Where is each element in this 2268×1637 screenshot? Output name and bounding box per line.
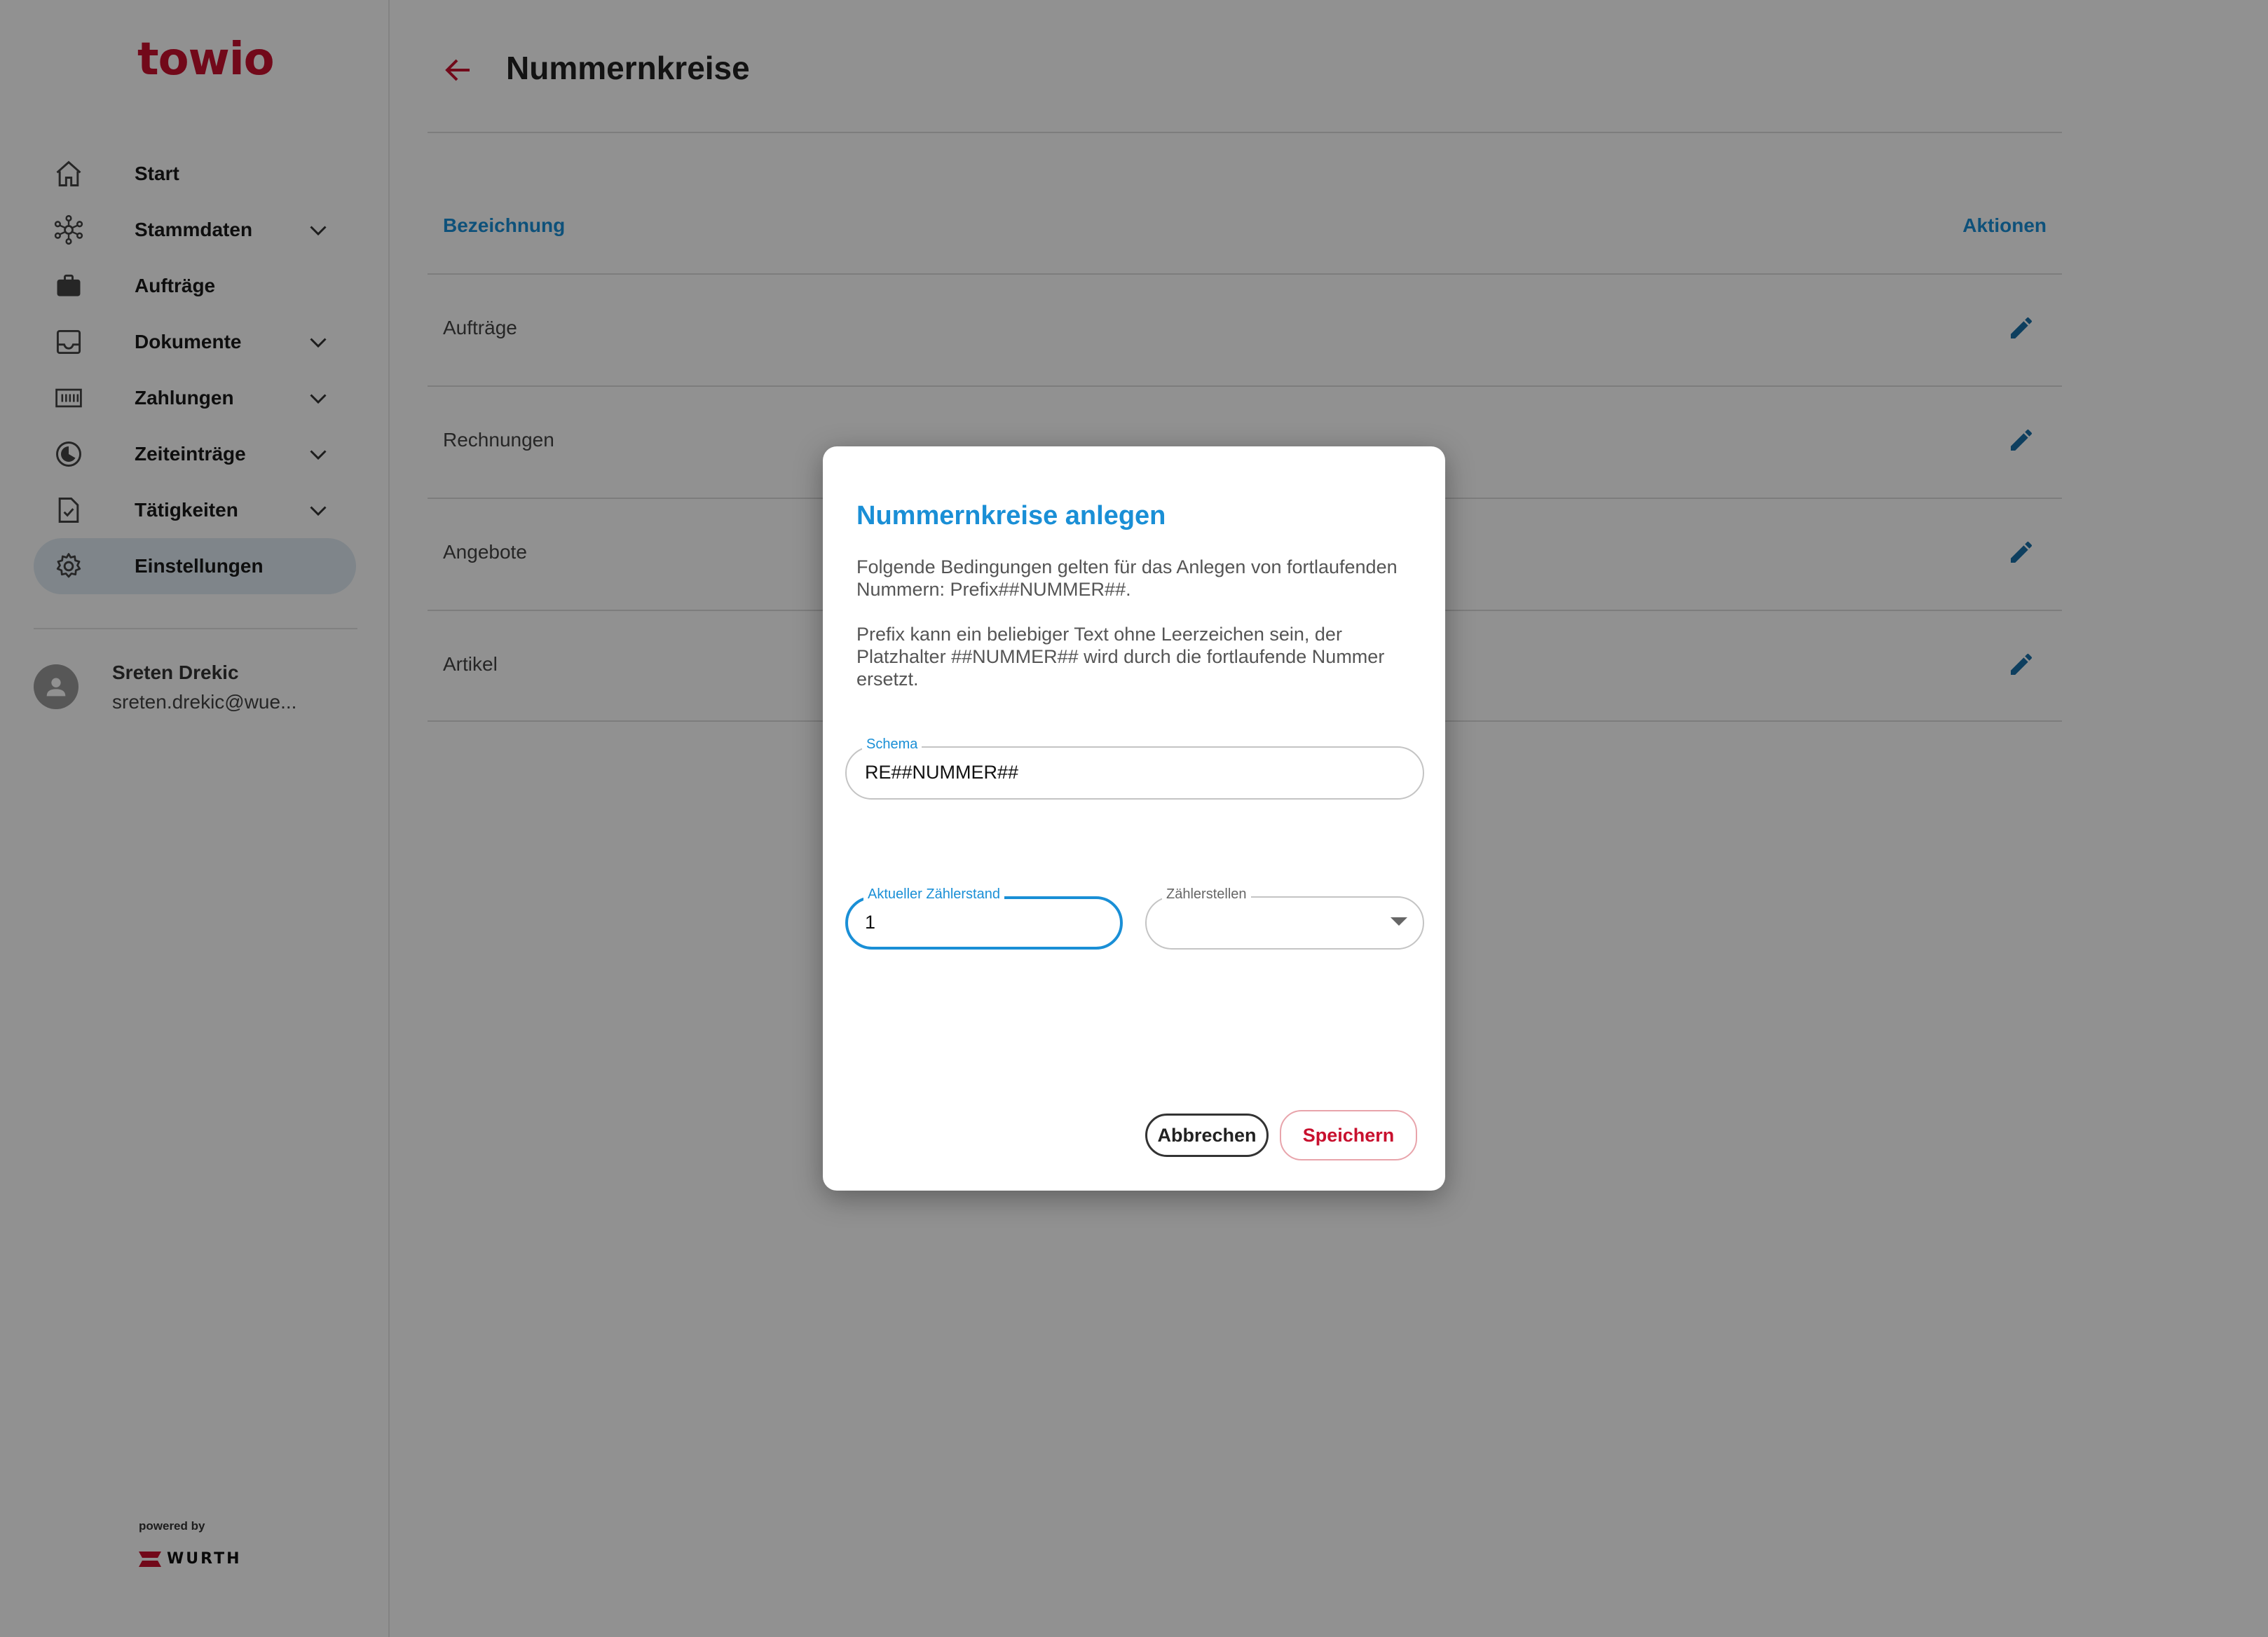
schema-value[interactable]: RE##NUMMER## [865, 762, 1018, 783]
counter-digits-label: Zählerstellen [1162, 886, 1251, 903]
schema-label: Schema [862, 737, 922, 753]
cancel-button[interactable]: Abbrechen [1145, 1114, 1269, 1157]
current-counter-label: Aktueller Zählerstand [863, 886, 1004, 903]
dialog-hint: Prefix kann ein beliebiger Text ohne Lee… [856, 624, 1385, 690]
dialog-title: Nummernkreise anlegen [856, 501, 1166, 530]
create-number-range-dialog: Nummernkreise anlegen Folgende Bedingung… [823, 446, 1445, 1191]
dropdown-arrow-icon[interactable] [1391, 917, 1407, 926]
dialog-description: Folgende Bedingungen gelten für das Anle… [856, 556, 1398, 600]
current-counter-field[interactable]: Aktueller Zählerstand 1 [845, 886, 1123, 950]
counter-digits-select[interactable]: Zählerstellen [1145, 886, 1424, 950]
schema-field[interactable]: Schema RE##NUMMER## [845, 737, 1424, 800]
save-button[interactable]: Speichern [1280, 1110, 1417, 1160]
current-counter-value[interactable]: 1 [865, 912, 875, 933]
